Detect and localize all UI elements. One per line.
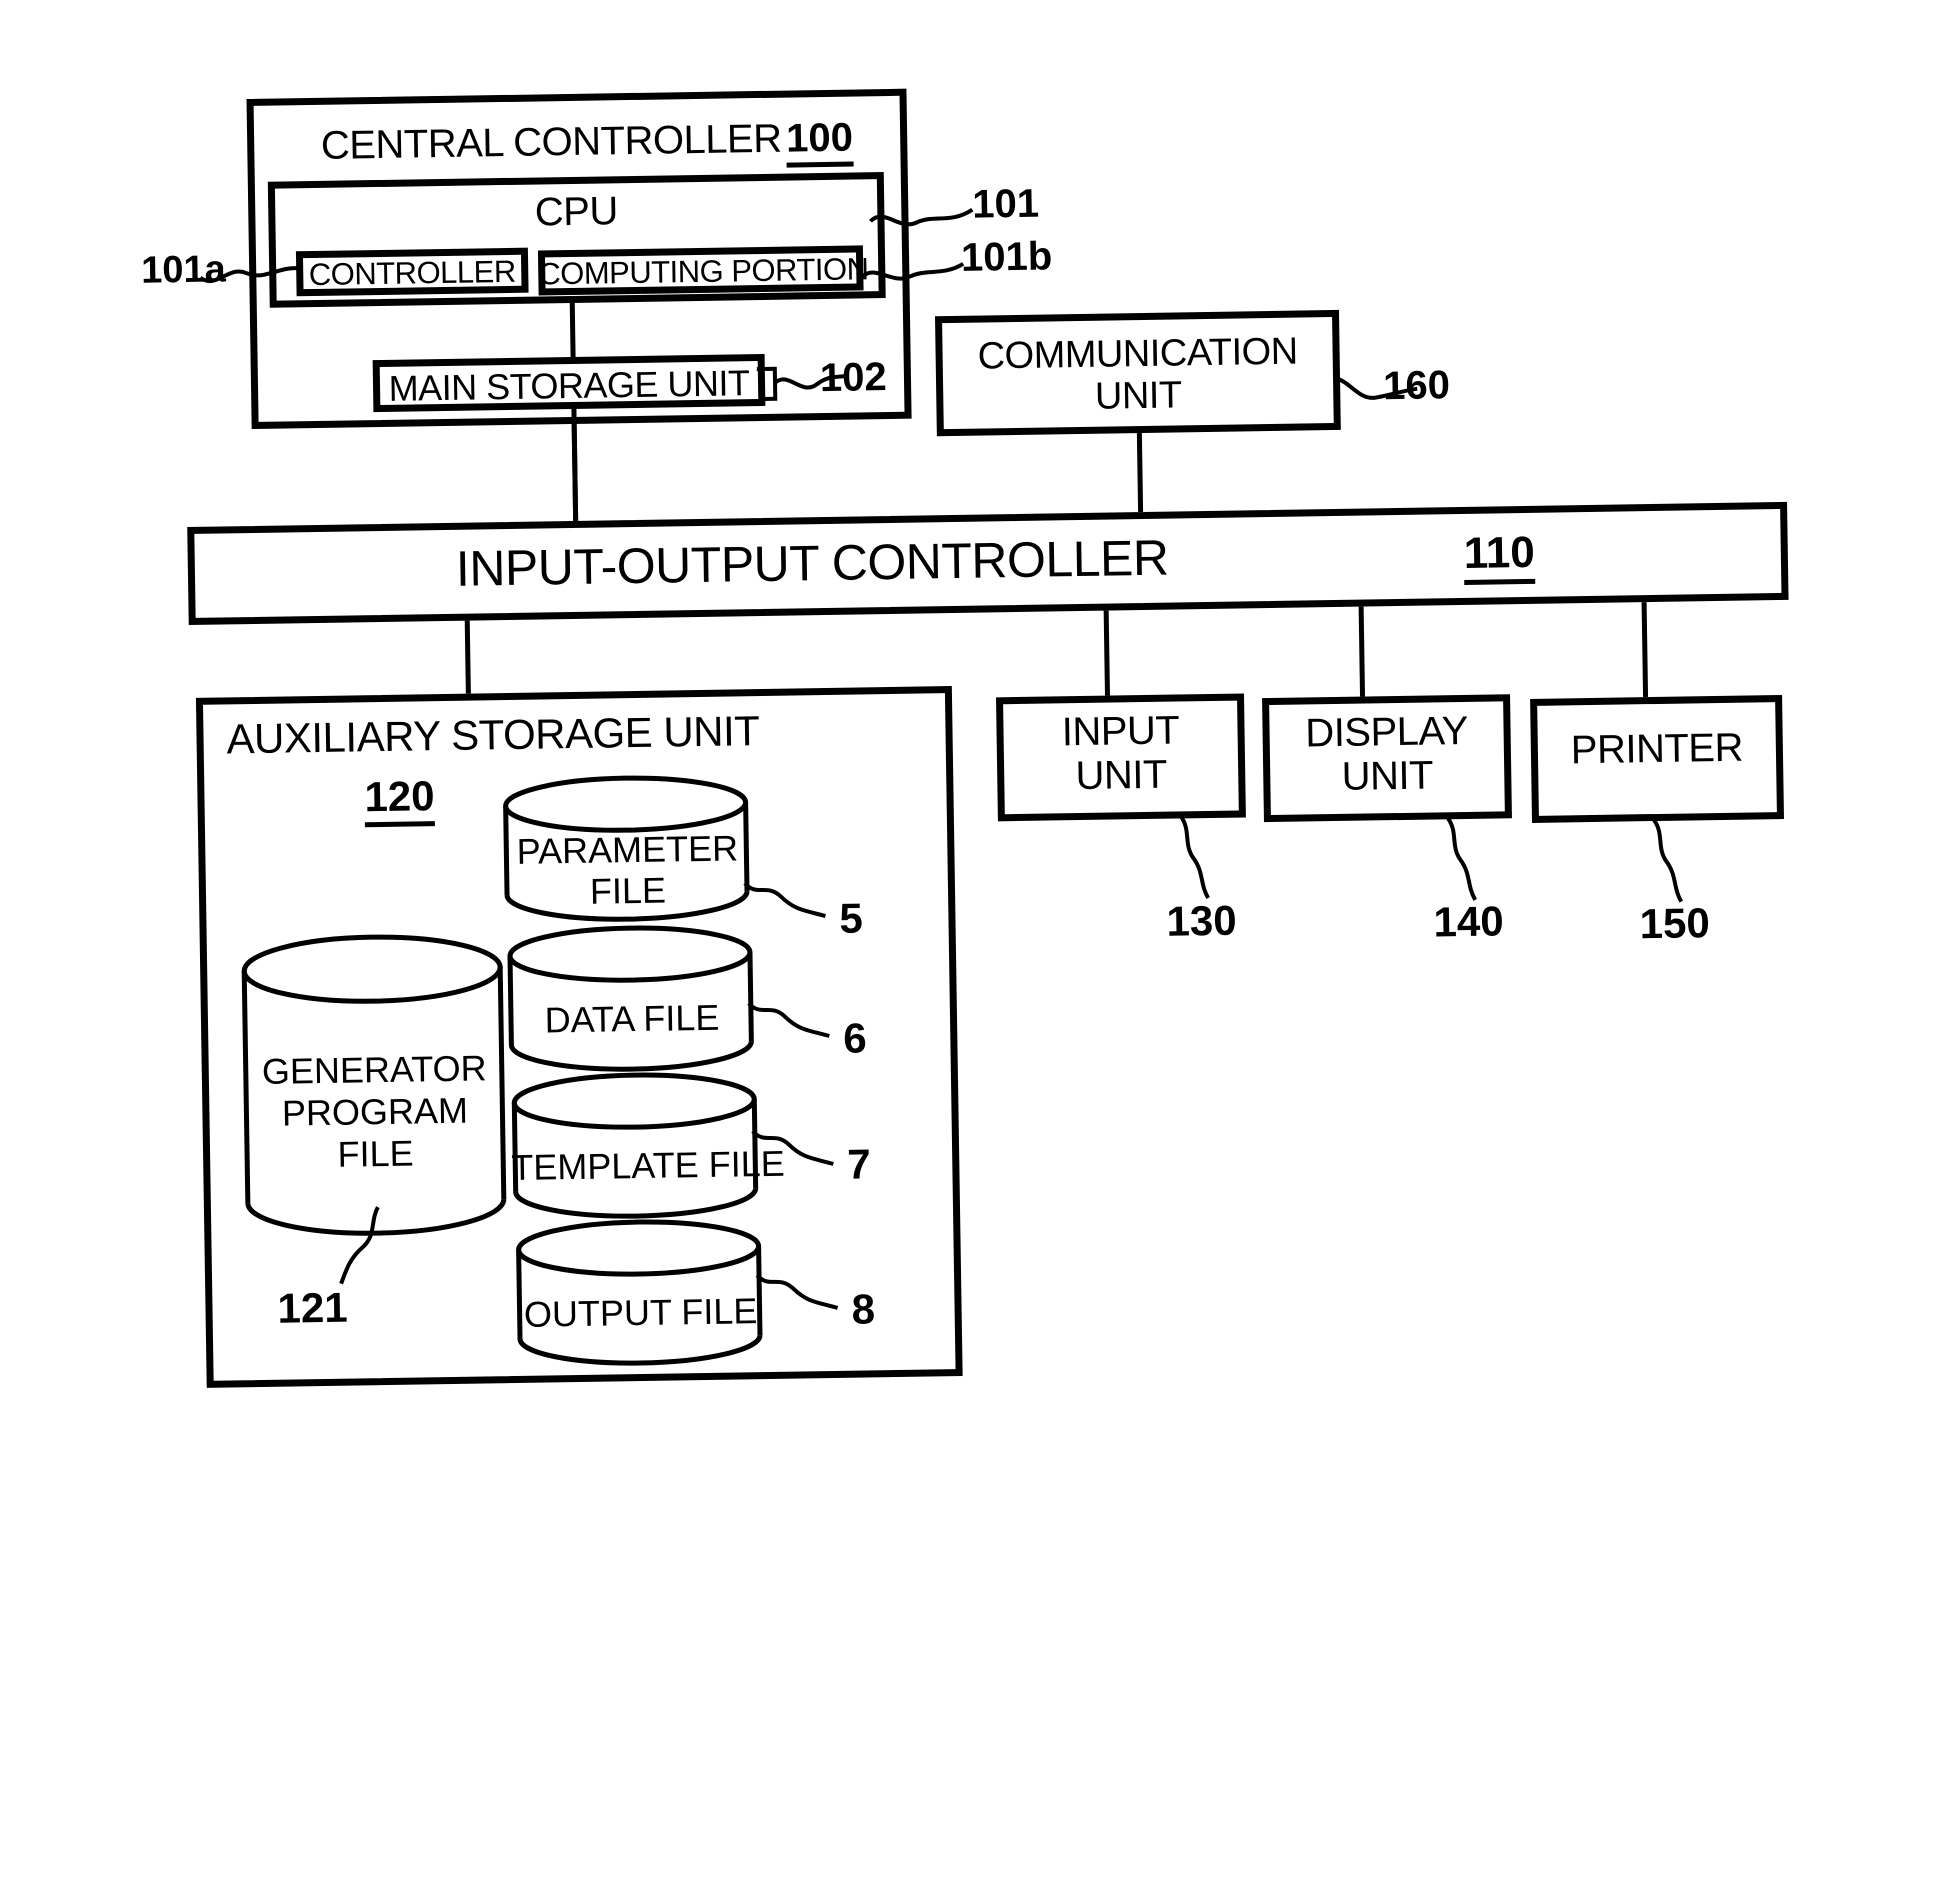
callout-140 [1446, 817, 1477, 901]
io-controller-ref: 110 [1463, 527, 1536, 585]
io-controller-label: INPUT-OUTPUT CONTROLLER [455, 529, 1169, 597]
callout-8 [755, 1273, 839, 1310]
template-file-line1: TEMPLATE FILE [510, 1142, 786, 1189]
cpu-computing-portion-ref: 101b [960, 234, 1053, 280]
template-file-ref: 7 [846, 1140, 872, 1188]
generator-program-file-line3: FILE [337, 1132, 414, 1175]
parameter-file-ref: 5 [839, 894, 864, 942]
io-to-printer-line [1641, 602, 1649, 698]
callout-121 [339, 1206, 380, 1285]
data-file-line1: DATA FILE [544, 996, 720, 1041]
printer-line1: PRINTER [1570, 725, 1744, 773]
generator-program-file-line2: PROGRAM [281, 1089, 469, 1134]
auxiliary-storage-unit-title: AUXILIARY STORAGE UNIT [226, 707, 760, 763]
input-unit-line1: INPUT [1061, 708, 1180, 755]
cpu-to-main-storage-line [569, 302, 576, 359]
central-controller-to-io-line [571, 420, 579, 521]
display-unit-line1: DISPLAY [1305, 708, 1469, 756]
central-controller-ref: 100 [785, 115, 854, 168]
generator-program-file-line1: GENERATOR [261, 1047, 487, 1092]
patent-figure: CENTRAL CONTROLLER 100 CPU CONTROLLER CO… [0, 0, 1951, 1879]
output-file-cylinder: OUTPUT FILE [514, 1218, 766, 1367]
main-storage-unit-label: MAIN STORAGE UNIT [388, 362, 750, 409]
output-file-ref: 8 [851, 1285, 876, 1333]
input-unit-line2: UNIT [1075, 752, 1168, 799]
cpu-controller-ref: 101a [140, 248, 227, 292]
communication-unit-to-io-line [1136, 433, 1144, 513]
callout-7 [751, 1129, 834, 1166]
parameter-file-line2: FILE [589, 869, 667, 912]
io-to-display-unit-line [1358, 606, 1366, 697]
data-file-ref: 6 [842, 1014, 868, 1062]
io-to-auxiliary-storage-line [464, 620, 471, 694]
display-unit-line2: UNIT [1341, 753, 1434, 799]
output-file-line1: OUTPUT FILE [523, 1290, 758, 1335]
printer-ref: 150 [1639, 899, 1711, 948]
generator-program-file-ref: 121 [277, 1283, 348, 1332]
communication-unit-label-line1: COMMUNICATION [977, 330, 1298, 378]
callout-150 [1652, 818, 1684, 903]
io-to-input-unit-line [1103, 610, 1110, 696]
communication-unit-ref: 160 [1382, 363, 1451, 409]
callout-101 [869, 207, 974, 227]
callout-130 [1179, 815, 1210, 900]
cpu-computing-portion-label: COMPUTING PORTION [538, 251, 869, 292]
callout-6 [747, 1001, 830, 1038]
callout-101b [859, 262, 965, 281]
callout-5 [743, 881, 826, 918]
parameter-file-cylinder: PARAMETER FILE [501, 774, 753, 923]
figure-skew-wrapper: CENTRAL CONTROLLER 100 CPU CONTROLLER CO… [0, 0, 1951, 1879]
input-unit-ref: 130 [1166, 896, 1237, 945]
auxiliary-storage-unit-ref: 120 [364, 772, 436, 828]
data-file-cylinder: DATA FILE [506, 924, 758, 1073]
generator-program-file-cylinder: GENERATOR PROGRAM FILE [240, 933, 510, 1237]
template-file-cylinder: TEMPLATE FILE [510, 1071, 786, 1220]
cpu-controller-label: CONTROLLER [308, 253, 516, 293]
main-storage-unit-ref: 102 [819, 355, 888, 401]
cpu-ref: 101 [971, 181, 1040, 227]
parameter-file-line1: PARAMETER [516, 827, 739, 872]
communication-unit-label-line2: UNIT [1094, 374, 1182, 418]
display-unit-ref: 140 [1433, 897, 1505, 946]
central-controller-title: CENTRAL CONTROLLER [320, 116, 782, 168]
